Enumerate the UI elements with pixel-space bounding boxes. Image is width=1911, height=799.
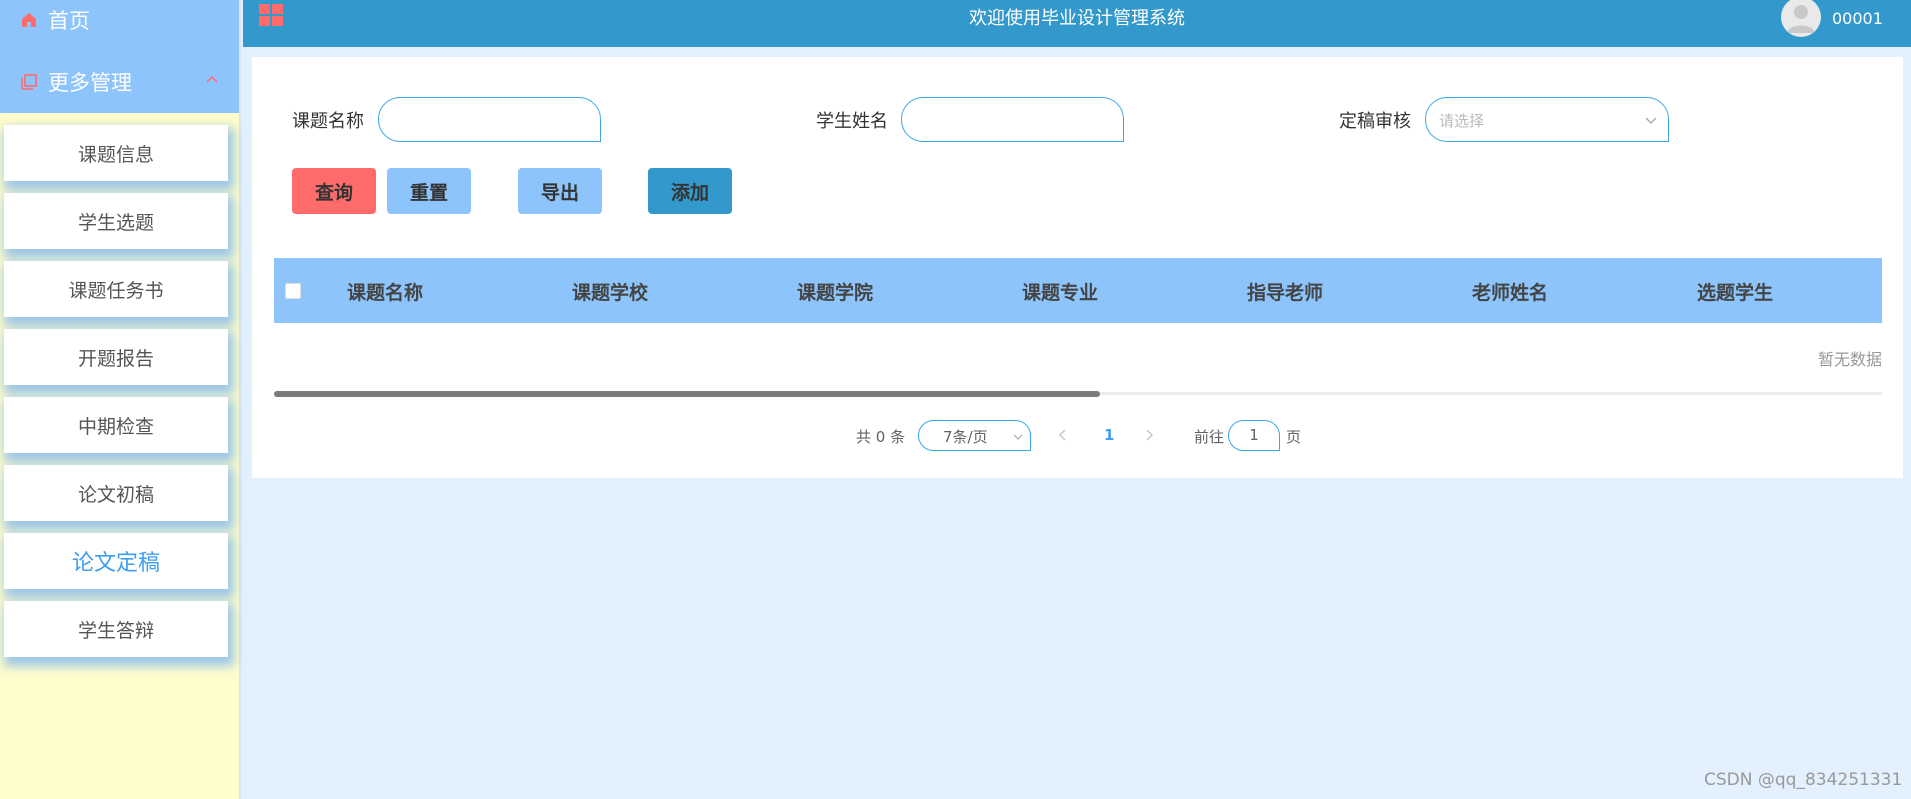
username[interactable]: 00001	[1832, 9, 1883, 28]
page-suffix: 页	[1286, 428, 1302, 446]
column-header[interactable]: 老师姓名	[1472, 278, 1548, 305]
sidebar-item-task-book[interactable]: 课题任务书	[4, 261, 228, 317]
column-header[interactable]: 指导老师	[1247, 278, 1323, 305]
sidebar-item-student-selection[interactable]: 学生选题	[4, 193, 228, 249]
prev-page-icon[interactable]	[1056, 428, 1070, 442]
sidebar-item-first-draft[interactable]: 论文初稿	[4, 465, 228, 521]
page-size-value: 7条/页	[943, 428, 988, 446]
main-panel: 课题名称 学生姓名 定稿审核 请选择 查询 重置 导出 添加 课题名称 课题学校…	[252, 57, 1903, 478]
sidebar-item-defense[interactable]: 学生答辩	[4, 601, 228, 657]
final-review-select[interactable]: 请选择	[1425, 97, 1669, 142]
sidebar-item-midterm-check[interactable]: 中期检查	[4, 397, 228, 453]
sidebar-home-label: 首页	[48, 9, 90, 33]
topic-name-input[interactable]	[378, 97, 601, 142]
final-review-placeholder: 请选择	[1439, 112, 1485, 130]
table-header: 课题名称 课题学校 课题学院 课题专业 指导老师 老师姓名 选题学生	[274, 258, 1882, 323]
copy-icon	[21, 74, 37, 90]
sidebar-item-proposal-report[interactable]: 开题报告	[4, 329, 228, 385]
user-icon	[1787, 5, 1815, 33]
scrollbar-thumb[interactable]	[274, 391, 1100, 397]
column-header[interactable]: 课题学院	[797, 278, 873, 305]
sidebar-menu-more[interactable]: 更多管理	[20, 66, 220, 98]
select-all-checkbox[interactable]	[285, 283, 301, 299]
column-header[interactable]: 课题专业	[1022, 278, 1098, 305]
column-header[interactable]: 课题名称	[347, 278, 423, 305]
goto-label: 前往	[1194, 428, 1225, 446]
final-review-label: 定稿审核	[1339, 111, 1411, 132]
home-icon	[22, 13, 36, 27]
column-header[interactable]: 课题学校	[572, 278, 648, 305]
sidebar-header: 首页 更多管理	[0, 0, 239, 113]
sidebar-item-final-draft[interactable]: 论文定稿	[4, 533, 228, 589]
horizontal-scrollbar[interactable]	[274, 391, 1882, 397]
sidebar-submenu: 课题信息 学生选题 课题任务书 开题报告 中期检查 论文初稿 论文定稿 学生答辩	[4, 125, 228, 669]
student-name-label: 学生姓名	[816, 111, 888, 132]
sidebar-item-topic-info[interactable]: 课题信息	[4, 125, 228, 181]
top-bar: 欢迎使用毕业设计管理系统 00001	[243, 0, 1911, 47]
goto-page-input[interactable]: 1	[1228, 420, 1280, 451]
sidebar-more-label: 更多管理	[48, 71, 132, 95]
chevron-up-icon	[206, 75, 218, 83]
column-header[interactable]: 选题学生	[1697, 278, 1773, 305]
avatar[interactable]	[1781, 0, 1821, 37]
chevron-down-icon	[1645, 117, 1657, 124]
student-name-input[interactable]	[901, 97, 1124, 142]
chevron-down-icon	[1013, 434, 1023, 440]
empty-state: 暂无数据	[1817, 350, 1882, 369]
next-page-icon[interactable]	[1142, 428, 1156, 442]
watermark: CSDN @qq_834251331	[1704, 770, 1903, 790]
page-size-select[interactable]: 7条/页	[918, 420, 1031, 451]
reset-button[interactable]: 重置	[387, 168, 471, 214]
sidebar-item-home[interactable]: 首页	[20, 4, 90, 36]
current-page[interactable]: 1	[1104, 426, 1114, 444]
query-button[interactable]: 查询	[292, 168, 376, 214]
app-title: 欢迎使用毕业设计管理系统	[969, 8, 1185, 29]
total-count: 共 0 条	[856, 428, 906, 446]
topic-name-label: 课题名称	[292, 111, 364, 132]
sidebar: 首页 更多管理 课题信息 学生选题 课题任务书 开题报告 中期检查 论文初稿 论…	[0, 0, 241, 799]
export-button[interactable]: 导出	[518, 168, 602, 214]
add-button[interactable]: 添加	[648, 168, 732, 214]
